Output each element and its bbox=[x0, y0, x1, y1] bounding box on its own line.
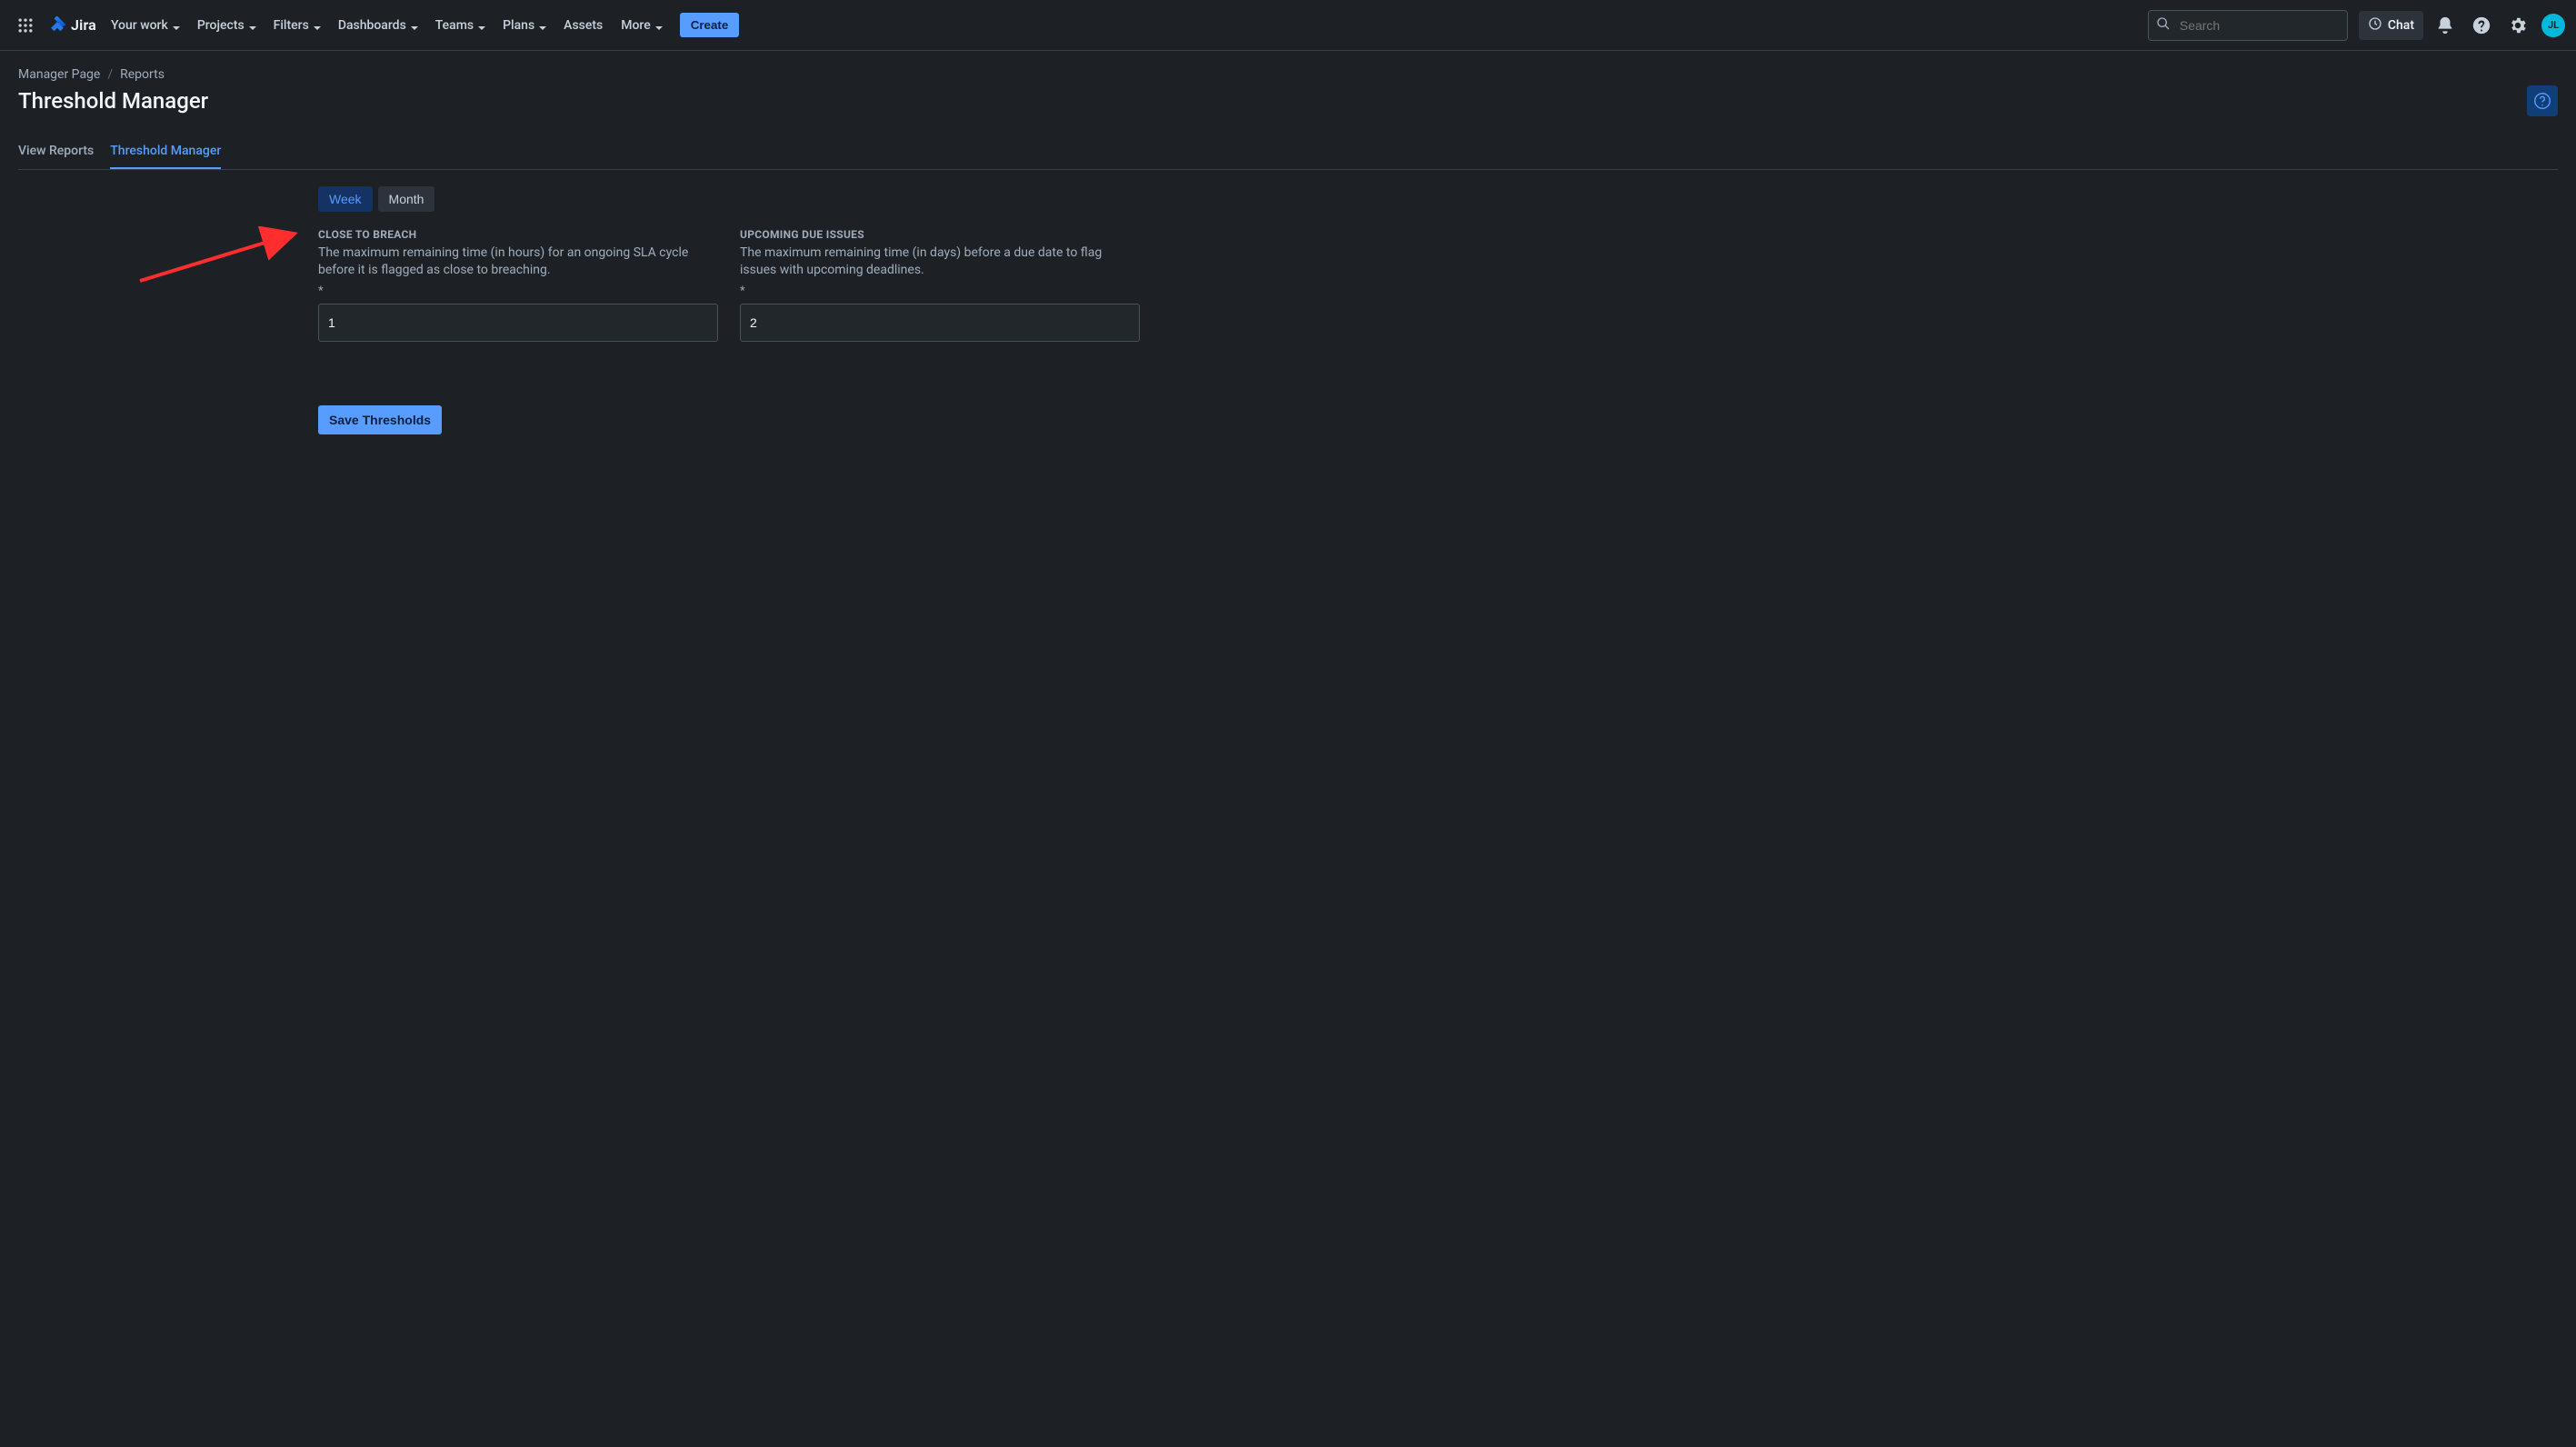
avatar[interactable]: JL bbox=[2541, 14, 2565, 37]
threshold-fields: CLOSE TO BREACH The maximum remaining ti… bbox=[318, 228, 1145, 342]
nav-label: Teams bbox=[435, 18, 474, 33]
jira-logo-icon bbox=[47, 15, 67, 35]
page: Manager Page / Reports Threshold Manager… bbox=[0, 51, 2576, 451]
nav-projects[interactable]: Projects bbox=[190, 15, 263, 36]
chevron-down-icon bbox=[172, 22, 179, 29]
nav-label: Assets bbox=[564, 18, 603, 33]
chat-label: Chat bbox=[2388, 18, 2414, 33]
content: Week Month CLOSE TO BREACH The maximum r… bbox=[18, 170, 1145, 434]
chevron-down-icon bbox=[248, 22, 255, 29]
page-help-button[interactable] bbox=[2527, 85, 2558, 116]
create-button[interactable]: Create bbox=[680, 13, 740, 37]
field-description: The maximum remaining time (in hours) fo… bbox=[318, 244, 718, 279]
required-indicator: * bbox=[318, 284, 718, 298]
page-title: Threshold Manager bbox=[18, 88, 208, 114]
field-title: CLOSE TO BREACH bbox=[318, 228, 718, 241]
chat-icon bbox=[2368, 16, 2382, 35]
top-nav-left: Jira Your work Projects Filters Dashboar… bbox=[11, 11, 739, 40]
nav-dashboards[interactable]: Dashboards bbox=[331, 15, 424, 36]
nav-assets[interactable]: Assets bbox=[556, 15, 610, 36]
field-description: The maximum remaining time (in days) bef… bbox=[740, 244, 1140, 279]
chevron-down-icon bbox=[410, 22, 417, 29]
chevron-down-icon bbox=[538, 22, 545, 29]
nav-label: Dashboards bbox=[338, 18, 406, 33]
nav-label: Plans bbox=[503, 18, 534, 33]
search-icon bbox=[2156, 16, 2171, 35]
chat-button[interactable]: Chat bbox=[2359, 11, 2423, 40]
field-title: UPCOMING DUE ISSUES bbox=[740, 228, 1140, 241]
breadcrumb-separator: / bbox=[107, 67, 113, 82]
nav-label: Projects bbox=[197, 18, 245, 33]
tab-view-reports[interactable]: View Reports bbox=[18, 136, 94, 169]
breadcrumb-item[interactable]: Reports bbox=[120, 67, 165, 82]
breadcrumb: Manager Page / Reports bbox=[18, 67, 2558, 82]
nav-label: Your work bbox=[111, 18, 168, 33]
chevron-down-icon bbox=[477, 22, 484, 29]
save-thresholds-button[interactable]: Save Thresholds bbox=[318, 405, 442, 434]
nav-your-work[interactable]: Your work bbox=[104, 15, 186, 36]
close-to-breach-input[interactable] bbox=[318, 304, 718, 342]
period-month[interactable]: Month bbox=[378, 186, 435, 212]
jira-logo-text: Jira bbox=[71, 16, 96, 34]
field-upcoming-due: UPCOMING DUE ISSUES The maximum remainin… bbox=[740, 228, 1140, 342]
jira-logo[interactable]: Jira bbox=[44, 15, 100, 35]
nav-plans[interactable]: Plans bbox=[495, 15, 553, 36]
page-title-row: Threshold Manager bbox=[18, 85, 2558, 116]
period-toggle: Week Month bbox=[318, 186, 1145, 212]
nav-label: More bbox=[621, 18, 651, 33]
search-input-wrapper[interactable] bbox=[2148, 10, 2348, 41]
nav-teams[interactable]: Teams bbox=[428, 15, 492, 36]
notifications-icon[interactable] bbox=[2431, 11, 2460, 40]
search-input[interactable] bbox=[2178, 17, 2346, 34]
tab-threshold-manager[interactable]: Threshold Manager bbox=[110, 136, 221, 169]
app-switcher-icon[interactable] bbox=[11, 11, 40, 40]
help-icon[interactable] bbox=[2467, 11, 2496, 40]
period-week[interactable]: Week bbox=[318, 186, 373, 212]
nav-label: Filters bbox=[274, 18, 309, 33]
field-close-to-breach: CLOSE TO BREACH The maximum remaining ti… bbox=[318, 228, 718, 342]
settings-icon[interactable] bbox=[2503, 11, 2532, 40]
nav-filters[interactable]: Filters bbox=[266, 15, 327, 36]
chevron-down-icon bbox=[654, 22, 662, 29]
breadcrumb-item[interactable]: Manager Page bbox=[18, 67, 100, 82]
tabs: View Reports Threshold Manager bbox=[18, 136, 2558, 170]
nav-more[interactable]: More bbox=[614, 15, 669, 36]
top-nav: Jira Your work Projects Filters Dashboar… bbox=[0, 0, 2576, 51]
upcoming-due-input[interactable] bbox=[740, 304, 1140, 342]
chevron-down-icon bbox=[313, 22, 320, 29]
required-indicator: * bbox=[740, 284, 1140, 298]
